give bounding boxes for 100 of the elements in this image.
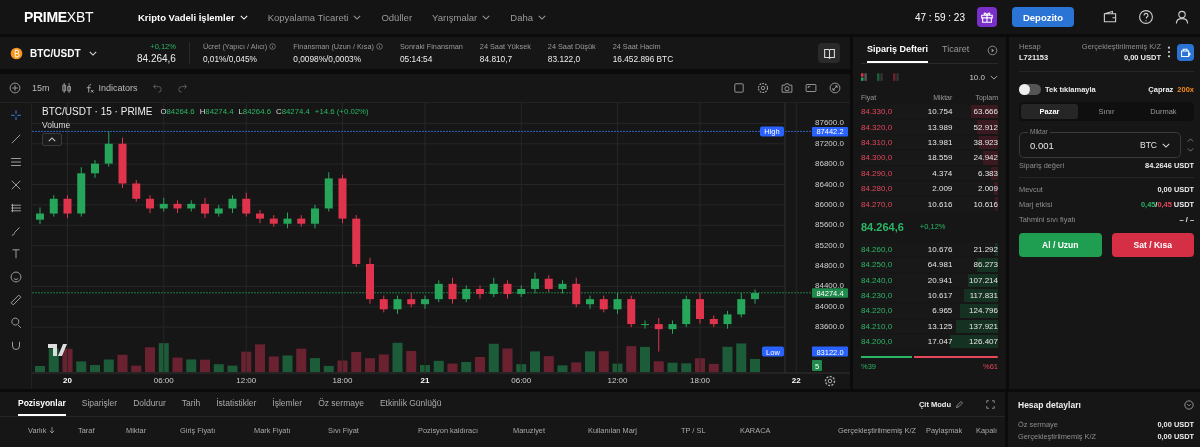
candle (517, 284, 526, 298)
ask-price[interactable]: 84.300,0 (861, 153, 907, 163)
volume-label: Volume (42, 120, 71, 130)
panel-title: Hesap detayları (1018, 400, 1081, 410)
bid-price[interactable]: 84.220,0 (861, 306, 907, 316)
expand-icon[interactable] (986, 399, 995, 409)
bid-price[interactable]: 84.230,0 (861, 291, 907, 301)
sort-arrow-icon[interactable] (49, 426, 56, 434)
ask-price[interactable]: 84.320,0 (861, 122, 907, 132)
symbol-selector[interactable]: BTC/USDT (30, 47, 130, 59)
nav-link[interactable]: Odüller (381, 11, 413, 23)
candles-icon[interactable] (59, 81, 74, 95)
bitcoin-coin-icon (10, 46, 23, 60)
ask-price[interactable]: 84.330,0 (861, 107, 907, 117)
fullscreen-rectangle-icon[interactable] (804, 81, 818, 95)
nav-link[interactable]: Daha (510, 11, 546, 23)
ask-price[interactable]: 84.290,0 (861, 168, 907, 178)
expand-icon[interactable] (828, 81, 842, 95)
ask-price[interactable]: 84.310,0 (861, 137, 907, 147)
chevron-down-icon (353, 14, 362, 20)
nav-link[interactable]: Kripto Vadeli İşlemler (138, 11, 248, 23)
ask-price[interactable]: 84.270,0 (861, 199, 907, 209)
ask-amount: 2.009 (931, 184, 953, 194)
positions-tab[interactable]: İstatistikler (216, 392, 257, 416)
candle (434, 279, 443, 303)
positions-tab[interactable]: Siparişler (81, 392, 118, 416)
one-click-toggle[interactable] (1019, 83, 1041, 95)
candle (187, 199, 196, 212)
collapse-button[interactable] (42, 133, 62, 146)
wallet-icon[interactable] (1102, 9, 1118, 25)
help-icon[interactable] (1138, 9, 1154, 25)
logo[interactable]: PRIMEXBT (24, 9, 104, 25)
deposit-button[interactable]: Depozito (1012, 7, 1074, 27)
info-icon[interactable] (269, 43, 277, 50)
candle (49, 194, 58, 218)
smiley-icon[interactable] (8, 270, 23, 284)
indicators-button[interactable]: Indicators (83, 82, 138, 94)
positions-tab[interactable]: Etkinlik Günlüğü (379, 392, 442, 416)
candle (462, 284, 471, 303)
sell-button[interactable]: Sat / Kısa (1111, 233, 1194, 257)
square-icon[interactable] (732, 81, 746, 95)
horizontal-lines-icon[interactable] (8, 155, 23, 169)
candle (393, 295, 402, 315)
bid-price[interactable]: 84.200,0 (861, 337, 907, 347)
stat-value: 84.810,7 (479, 54, 514, 64)
candle (201, 197, 209, 219)
interval-selector[interactable]: 15m (32, 83, 50, 93)
settings-icon[interactable] (756, 81, 770, 95)
play-circle-icon[interactable] (987, 44, 998, 56)
candle (503, 279, 512, 300)
time-axis-label: 20 (63, 376, 72, 385)
candle (283, 212, 292, 229)
positions-tab[interactable]: Doldurur (133, 392, 166, 416)
positions-tab[interactable]: Tarih (181, 392, 201, 416)
panel-tab[interactable]: Sipariş Defteri (867, 37, 929, 63)
stepper-icon[interactable] (1187, 135, 1194, 155)
time-axis-label: 21 (420, 376, 430, 385)
candle (159, 197, 168, 212)
bid-price[interactable]: 84.250,0 (861, 260, 907, 270)
bid-price[interactable]: 84.260,0 (861, 244, 907, 254)
candle (407, 292, 416, 308)
price-axis-label: 84400.0 (815, 281, 844, 291)
tradingview-logo-icon (48, 344, 67, 356)
camera-icon[interactable] (780, 81, 794, 95)
candle (214, 204, 223, 218)
zoom-icon[interactable] (8, 316, 23, 330)
positions-tab[interactable]: Öz sermaye (318, 392, 364, 416)
pencil-icon[interactable] (955, 399, 964, 409)
fibonacci-icon[interactable] (8, 201, 23, 215)
add-circle-icon[interactable] (8, 81, 22, 95)
positions-tab[interactable]: İşlemler (272, 392, 303, 416)
add-account-button[interactable] (1177, 43, 1194, 61)
chevron-down-icon (990, 74, 998, 80)
settings-icon[interactable] (824, 375, 836, 387)
positions-tab[interactable]: Pozisyonlar (18, 392, 66, 416)
tick-size-dropdown[interactable]: 10.0 (969, 72, 998, 82)
candle (269, 214, 278, 228)
candle (242, 192, 251, 218)
candle (654, 317, 663, 353)
nav-link[interactable]: Kopyalama Ticareti (267, 11, 362, 23)
gift-button[interactable] (977, 7, 997, 27)
guide-button[interactable] (818, 43, 840, 63)
crosshair-icon[interactable] (8, 109, 23, 123)
panel-tab[interactable]: Ticaret (942, 37, 970, 63)
ruler-icon[interactable] (8, 293, 23, 307)
user-icon[interactable] (1174, 9, 1190, 25)
bid-price[interactable]: 84.210,0 (861, 321, 907, 331)
nav-link[interactable]: Yarışmalar (432, 11, 491, 23)
more-options-icon[interactable] (1167, 46, 1171, 58)
candle (297, 214, 306, 228)
chevron-down-icon[interactable] (1184, 400, 1194, 410)
ask-amount: 13.981 (926, 137, 953, 147)
candle (586, 295, 594, 310)
price-axis-label: 87600.0 (815, 118, 844, 128)
price-axis-label: 86000.0 (815, 199, 844, 209)
time-axis-label: 12:00 (607, 376, 628, 385)
candle (311, 204, 319, 229)
info-icon[interactable] (376, 43, 383, 50)
bid-price[interactable]: 84.240,0 (861, 275, 907, 285)
ask-price[interactable]: 84.280,0 (861, 184, 907, 194)
